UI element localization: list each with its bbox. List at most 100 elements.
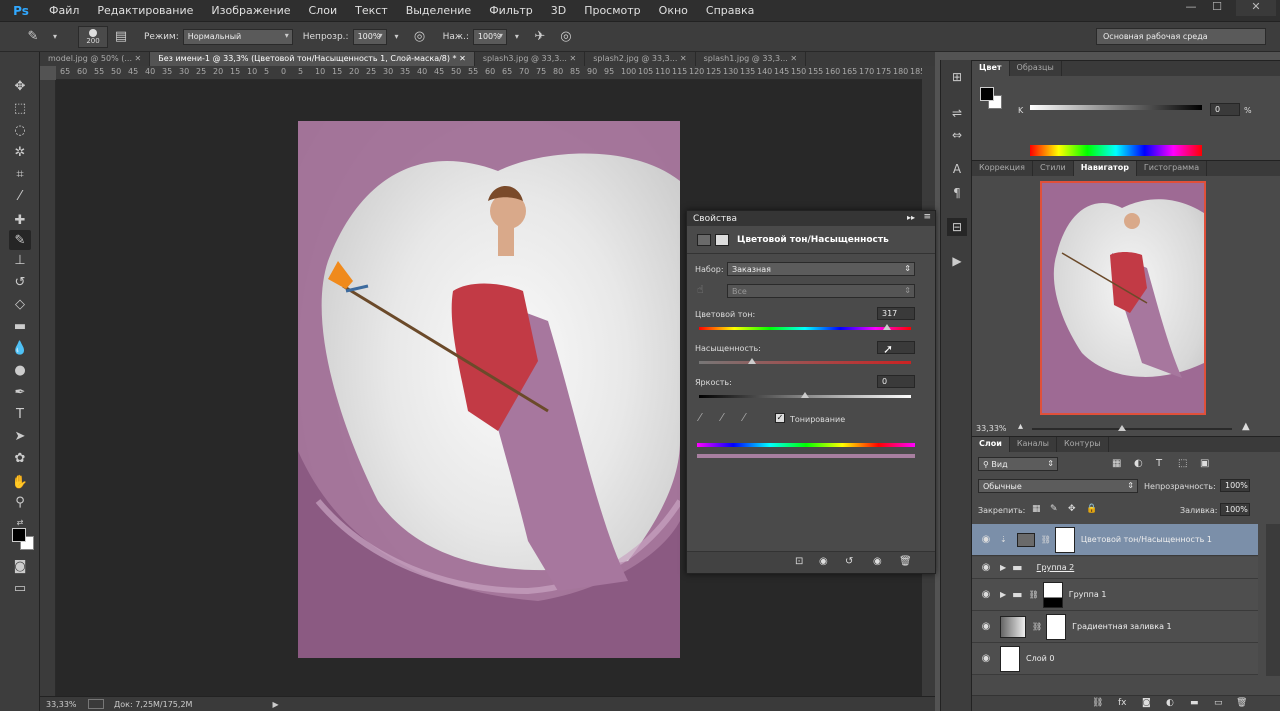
opacity-dropdown-icon[interactable]: ▾ <box>391 28 403 46</box>
menu-layers[interactable]: Слои <box>300 0 347 22</box>
lasso-tool-icon[interactable]: ◌ <box>9 120 31 140</box>
preset-select[interactable]: Заказная <box>727 262 915 276</box>
lock-all-icon[interactable]: 🔒 <box>1086 504 1097 514</box>
eyedropper-icon[interactable]: ⁄ <box>699 411 701 424</box>
eye-icon[interactable]: ◉ <box>972 534 1000 545</box>
tab-histogram[interactable]: Гистограмма <box>1137 161 1208 176</box>
paragraph-icon[interactable]: ¶ <box>947 184 967 202</box>
menu-view[interactable]: Просмотр <box>575 0 649 22</box>
chain-icon[interactable]: ⛓ <box>1029 590 1039 599</box>
saturation-slider-thumb[interactable] <box>748 358 756 364</box>
color-spectrum[interactable] <box>1030 145 1202 156</box>
colorize-checkbox[interactable]: ✓ <box>775 413 785 423</box>
zoom-tool-icon[interactable]: ⚲ <box>9 492 31 512</box>
eraser-icon[interactable]: ◇ <box>9 294 31 314</box>
lightness-input[interactable]: 0 <box>877 375 915 388</box>
clip-to-layer-icon[interactable]: ⊡ <box>795 556 803 567</box>
horizontal-ruler[interactable]: 65 60 55 50 45 40 35 30 25 20 15 10 5 0 5 10 15 20 25 30 35 4… <box>56 66 922 80</box>
hue-slider[interactable] <box>699 324 911 330</box>
layer-row[interactable]: ◉ ⛓ Градиентная заливка 1 <box>972 611 1258 643</box>
eye-icon[interactable]: ◉ <box>972 621 1000 632</box>
filter-adjustment-icon[interactable]: ◐ <box>1134 458 1143 469</box>
share-icon[interactable] <box>88 699 104 709</box>
layer-name[interactable]: Цветовой тон/Насыщенность 1 <box>1081 535 1212 544</box>
expand-arrow-icon[interactable]: ▶ <box>1000 563 1006 572</box>
brush-tool-icon[interactable]: ✎ <box>24 28 42 46</box>
zoom-in-icon[interactable]: ▲ <box>1242 421 1250 432</box>
filter-type-icon[interactable]: T <box>1156 458 1162 469</box>
doc-tab[interactable]: splash3.jpg @ 33,3... ✕ <box>475 52 586 66</box>
tab-adjustments[interactable]: Коррекция <box>972 161 1033 176</box>
layer-thumbnail[interactable] <box>1000 645 1020 672</box>
zoom-out-icon[interactable]: ▴ <box>1018 421 1023 432</box>
trash-icon[interactable]: 🗑 <box>899 556 912 567</box>
navigator-zoom-thumb[interactable] <box>1118 425 1126 431</box>
menu-image[interactable]: Изображение <box>202 0 299 22</box>
tab-styles[interactable]: Стили <box>1033 161 1074 176</box>
airbrush-icon[interactable]: ✈ <box>531 28 549 46</box>
maximize-icon[interactable]: ☐ <box>1204 0 1230 16</box>
layer-filter-select[interactable]: ⚲ Вид <box>978 457 1058 471</box>
layer-mask-thumbnail[interactable] <box>1054 526 1075 553</box>
tab-color[interactable]: Цвет <box>972 61 1010 76</box>
mask-icon[interactable] <box>715 233 729 246</box>
eyedropper-icon[interactable]: ⁄ <box>9 186 31 206</box>
k-value-input[interactable]: 0 <box>1210 103 1240 116</box>
vertical-ruler[interactable] <box>40 80 56 696</box>
navigator-zoom-value[interactable]: 33,33% <box>976 424 1007 433</box>
eye-icon[interactable]: ◉ <box>972 653 1000 664</box>
view-previous-icon[interactable]: ◉ <box>819 556 828 567</box>
close-icon[interactable]: ✕ <box>1236 0 1276 16</box>
doc-tab[interactable]: splash1.jpg @ 33,3... ✕ <box>696 52 807 66</box>
visibility-icon[interactable]: ◉ <box>873 556 882 567</box>
layer-name[interactable]: Группа 2 <box>1037 563 1075 572</box>
menu-3d[interactable]: 3D <box>542 0 575 22</box>
pressure-input[interactable]: 100% <box>472 28 507 45</box>
document-image[interactable] <box>298 121 680 658</box>
pen-tool-icon[interactable]: ✒ <box>9 382 31 402</box>
color-foreground-swatch[interactable] <box>980 87 994 101</box>
collapse-icon[interactable]: ▸▸ <box>907 213 915 222</box>
navigator-zoom-slider[interactable] <box>1032 428 1232 430</box>
new-layer-icon[interactable]: ▭ <box>1214 698 1223 708</box>
chain-icon[interactable]: ⛓ <box>1032 622 1042 631</box>
lock-transparent-icon[interactable]: ▦ <box>1032 504 1041 514</box>
panel-menu-icon[interactable]: ≡ <box>923 212 931 222</box>
foreground-color-swatch[interactable] <box>12 528 26 542</box>
doc-tab-active[interactable]: Без имени-1 @ 33,3% (Цветовой тон/Насыще… <box>150 52 475 66</box>
workspace-select[interactable]: Основная рабочая среда <box>1096 28 1266 45</box>
crop-tool-icon[interactable]: ⌗ <box>9 164 31 184</box>
gradient-fill-thumbnail[interactable] <box>1000 615 1026 638</box>
eye-icon[interactable]: ◉ <box>972 562 1000 573</box>
tab-navigator[interactable]: Навигатор <box>1073 161 1137 176</box>
hue-input[interactable]: 317 <box>877 307 915 320</box>
quick-select-icon[interactable]: ✲ <box>9 142 31 162</box>
shape-tool-icon[interactable]: ✿ <box>9 448 31 468</box>
hue-slider-thumb[interactable] <box>882 324 891 330</box>
layer-row[interactable]: ◉ ▶ ▬ ⛓ Группа 1 <box>972 579 1258 611</box>
status-menu-arrow-icon[interactable]: ▶ <box>272 700 278 709</box>
link-layers-icon[interactable]: ⛓ <box>1092 698 1103 708</box>
channel-select[interactable]: Все <box>727 284 915 298</box>
gradient-tool-icon[interactable]: ▬ <box>9 316 31 336</box>
menu-file[interactable]: Файл <box>40 0 88 22</box>
new-group-icon[interactable]: ▬ <box>1190 698 1199 708</box>
screen-mode-icon[interactable]: ▭ <box>9 578 31 598</box>
add-mask-icon[interactable]: ◙ <box>1142 698 1151 708</box>
character-icon[interactable]: A <box>947 160 967 178</box>
delete-layer-icon[interactable]: 🗑 <box>1236 698 1247 708</box>
gradient-mask-thumbnail[interactable] <box>1046 613 1067 640</box>
tab-channels[interactable]: Каналы <box>1010 437 1057 452</box>
tab-swatches[interactable]: Образцы <box>1010 61 1062 76</box>
lightness-slider-thumb[interactable] <box>801 392 809 398</box>
brush-panel-icon[interactable]: ▤ <box>112 28 130 46</box>
lightness-slider[interactable] <box>699 392 911 398</box>
expand-arrow-icon[interactable]: ▶ <box>1000 590 1006 599</box>
lock-position-icon[interactable]: ✥ <box>1068 504 1076 514</box>
mode-select[interactable]: Нормальный <box>182 28 293 45</box>
pressure-opacity-icon[interactable]: ◎ <box>411 28 429 46</box>
menu-text[interactable]: Текст <box>346 0 397 22</box>
saturation-slider[interactable] <box>699 358 911 364</box>
chevron-down-icon[interactable]: ▾ <box>50 28 60 46</box>
hue-saturation-icon[interactable] <box>697 233 711 246</box>
